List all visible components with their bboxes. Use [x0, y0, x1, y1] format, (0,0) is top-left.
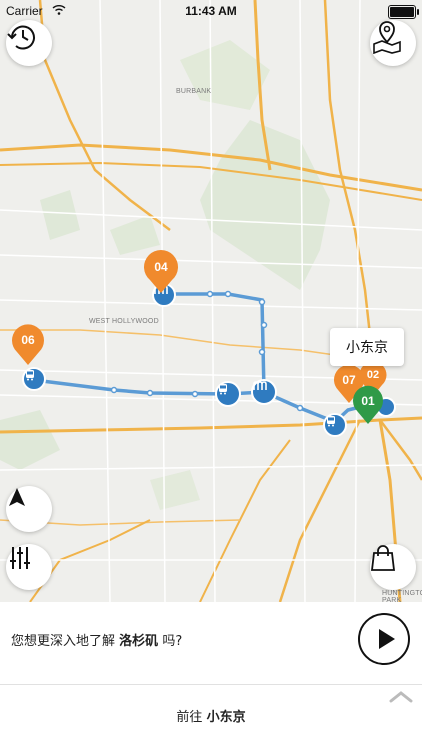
question-place: 洛杉矶 — [119, 634, 159, 649]
divider — [0, 684, 422, 685]
shop-button[interactable] — [370, 544, 416, 590]
poi-marker-04[interactable]: 04 — [142, 250, 180, 294]
status-time: 11:43 AM — [185, 4, 237, 18]
poi-marker-number: 06 — [21, 333, 35, 347]
learn-more-question: 您想更深入地了解 洛杉矶 吗? — [11, 630, 182, 649]
locate-me-button[interactable] — [6, 486, 52, 532]
shopping-bag-icon — [370, 545, 396, 571]
chevron-up-icon[interactable] — [388, 690, 414, 704]
poi-marker-06[interactable]: 06 — [10, 324, 46, 366]
go-to-destination-button[interactable]: 前往 小东京 — [0, 706, 422, 725]
status-bar: Carrier 11:43 AM — [0, 0, 422, 22]
map-locations-button[interactable] — [370, 20, 416, 66]
filter-button[interactable] — [6, 544, 52, 590]
goto-place: 小东京 — [206, 710, 246, 725]
map-label-huntington-park: HUNTINGTON PARK — [382, 590, 422, 602]
metro-stop-icon[interactable] — [251, 379, 277, 405]
bus-stop-icon[interactable] — [215, 381, 241, 407]
sliders-icon — [10, 547, 30, 569]
bottom-panel: 您想更深入地了解 洛杉矶 吗? — [0, 602, 422, 750]
battery-icon — [388, 5, 419, 19]
goto-prefix: 前往 — [176, 710, 203, 725]
poi-marker-number: 04 — [154, 260, 168, 274]
bus-stop-icon[interactable] — [22, 367, 46, 391]
poi-marker-number: 02 — [366, 369, 380, 381]
location-callout[interactable]: 小东京 — [330, 328, 404, 366]
clock-history-icon — [7, 25, 35, 50]
poi-marker-01[interactable]: 01 — [351, 385, 385, 425]
poi-marker-number: 01 — [361, 394, 375, 408]
map-label-burbank: BURBANK — [176, 88, 212, 95]
history-button[interactable] — [6, 20, 52, 66]
play-audio-button[interactable] — [358, 613, 410, 665]
bus-stop-icon[interactable] — [323, 413, 347, 437]
question-prefix: 您想更深入地了解 — [11, 634, 116, 649]
map-pin-icon — [373, 21, 401, 54]
map-label-west-hollywood: WEST HOLLYWOOD — [89, 318, 159, 325]
map-view[interactable]: BURBANK WEST HOLLYWOOD HUNTINGTON PARK 0… — [0, 0, 422, 602]
question-suffix: 吗? — [162, 634, 183, 649]
navigation-arrow-icon — [9, 488, 25, 506]
